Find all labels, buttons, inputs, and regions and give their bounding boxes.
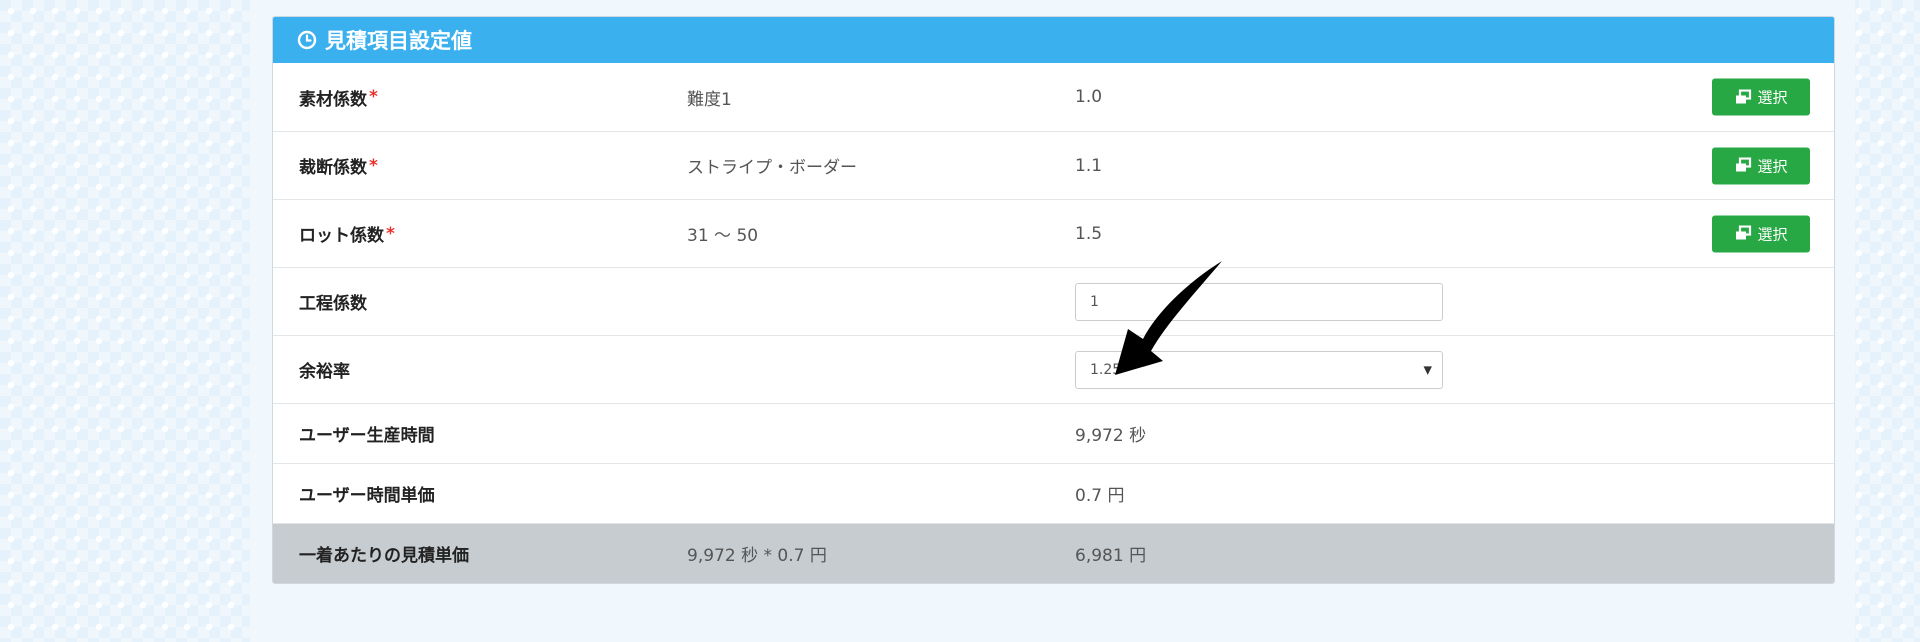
select-button-cutting[interactable]: 選択 xyxy=(1712,147,1810,184)
row-label: ユーザー時間単価 xyxy=(299,486,435,506)
row-value: 0.7 円 xyxy=(1075,486,1125,506)
row-value: 9,972 秒 xyxy=(1075,426,1147,446)
row-label: 素材係数 xyxy=(299,89,367,110)
row-value: 1.1 xyxy=(1075,155,1103,176)
row-cutting-factor: 裁断係数 * ストライプ・ボーダー 1.1 選択 xyxy=(273,131,1834,199)
select-button-label: 選択 xyxy=(1757,225,1788,243)
row-label: 余裕率 xyxy=(299,362,350,382)
row-label: ロット係数 xyxy=(299,226,384,246)
select-button-label: 選択 xyxy=(1757,157,1788,175)
row-label: 一着あたりの見積単価 xyxy=(299,546,469,566)
window-restore-icon xyxy=(1736,225,1752,240)
row-value-name: 難度1 xyxy=(687,89,732,110)
select-button-label: 選択 xyxy=(1757,88,1788,107)
process-factor-input-value: 1 xyxy=(1090,293,1099,310)
caret-down-icon: ▼ xyxy=(1423,363,1432,376)
estimate-settings-panel: 見積項目設定値 素材係数 * 難度1 1.0 選択 裁断係数 * ストライプ・ボ… xyxy=(272,16,1835,584)
row-margin-rate: 余裕率 1.25 ▼ xyxy=(273,335,1834,403)
row-label: 裁断係数 xyxy=(299,158,367,178)
row-user-hourly-price: ユーザー時間単価 0.7 円 xyxy=(273,463,1834,523)
window-restore-icon xyxy=(1736,157,1752,172)
row-value: 1.0 xyxy=(1075,87,1103,107)
total-formula: 9,972 秒 * 0.7 円 xyxy=(687,546,827,566)
row-process-factor: 工程係数 1 xyxy=(273,267,1834,335)
curved-arrow-icon xyxy=(1115,261,1222,375)
panel-header: 見積項目設定値 xyxy=(273,17,1834,63)
row-material-factor: 素材係数 * 難度1 1.0 選択 xyxy=(273,63,1834,131)
row-lot-factor: ロット係数 * 31 ～ 50 1.5 選択 xyxy=(273,199,1834,267)
required-mark: * xyxy=(369,155,378,176)
total-value: 6,981 円 xyxy=(1075,546,1147,566)
required-mark: * xyxy=(386,223,395,244)
row-value-name: ストライプ・ボーダー xyxy=(687,158,857,178)
row-value: 1.5 xyxy=(1075,223,1103,244)
clock-icon xyxy=(297,30,317,50)
row-total-estimate: 一着あたりの見積単価 9,972 秒 * 0.7 円 6,981 円 xyxy=(273,523,1834,583)
row-value-name: 31 ～ 50 xyxy=(687,226,759,246)
window-restore-icon xyxy=(1736,89,1752,103)
row-label: ユーザー生産時間 xyxy=(299,426,435,446)
select-button-material[interactable]: 選択 xyxy=(1712,78,1810,116)
panel-title: 見積項目設定値 xyxy=(325,29,472,53)
row-user-production-time: ユーザー生産時間 9,972 秒 xyxy=(273,403,1834,463)
required-mark: * xyxy=(369,87,378,107)
select-button-lot[interactable]: 選択 xyxy=(1712,215,1810,252)
row-label: 工程係数 xyxy=(299,294,367,314)
